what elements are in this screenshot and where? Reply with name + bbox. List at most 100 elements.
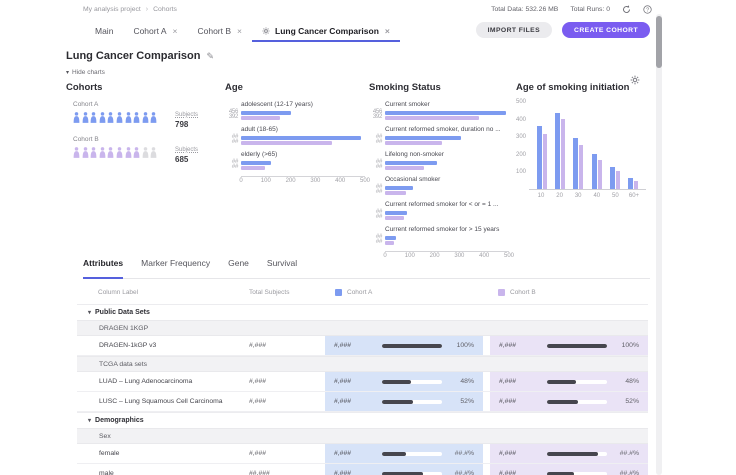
age-chart-panel: Age adolescent (12-17 years)456392adult … <box>225 82 365 187</box>
bar-group: Current smoker456392 <box>369 101 509 120</box>
bar-group <box>628 178 638 189</box>
bar-category-label: Current reformed smoker, duration no ... <box>385 126 509 133</box>
progress-bar <box>382 452 442 456</box>
row-label: female <box>77 444 249 463</box>
table-tab-gene[interactable]: Gene <box>228 258 249 278</box>
bar-track <box>385 211 509 215</box>
table-row: LUAD – Lung Adenocarcinoma#,####,###48%#… <box>77 372 648 392</box>
bar-track <box>385 216 509 220</box>
scrollbar-track[interactable] <box>656 14 662 475</box>
bar-cohort-b <box>385 141 442 145</box>
table-tab-marker-frequency[interactable]: Marker Frequency <box>141 258 210 278</box>
cohort-a-swatch-icon <box>335 289 342 296</box>
bar-row: ## <box>369 165 509 170</box>
section-label: Demographics <box>95 417 144 424</box>
bar-row: ## <box>225 165 365 170</box>
chart-settings-gear-icon[interactable] <box>630 72 640 90</box>
breadcrumb: My analysis project › Cohorts <box>83 6 177 13</box>
bar-group: adolescent (12-17 years)456392 <box>225 101 365 120</box>
bar-cohort-b <box>241 141 332 145</box>
bar-cohort-a <box>385 211 407 215</box>
bar-cohort-b <box>598 160 602 189</box>
column-gap <box>483 464 490 475</box>
tab-label: Cohort B <box>197 26 231 36</box>
bar-row: ## <box>369 140 509 145</box>
bar-row: ## <box>369 235 509 240</box>
table-section-row[interactable]: ▾Public Data Sets <box>77 304 648 320</box>
person-icon <box>150 111 157 129</box>
bar-track <box>241 111 365 115</box>
breadcrumb-section[interactable]: Cohorts <box>153 6 177 13</box>
tab-cohort-b[interactable]: Cohort B × <box>187 22 252 42</box>
bar-value-label: ## <box>225 140 238 145</box>
subheader-label: Sex <box>99 433 111 440</box>
bar-value-label: 392 <box>225 115 238 120</box>
cohort-a-cell: #,###100% <box>325 336 483 355</box>
app-window: My analysis project › Cohorts Total Data… <box>0 0 736 475</box>
progress-fill <box>382 472 423 475</box>
progress-bar <box>547 400 607 404</box>
section-caret-icon: ▾ <box>88 418 91 424</box>
section-label: Public Data Sets <box>95 309 150 316</box>
person-icon <box>133 146 140 164</box>
person-icon <box>142 111 149 129</box>
bar-track <box>385 191 509 195</box>
row-label: LUAD – Lung Adenocarcinoma <box>77 372 249 391</box>
bar-cohort-b <box>241 116 280 120</box>
cohort-block-cohort-a: Cohort ASubjects798 <box>66 101 218 129</box>
scrollbar-thumb[interactable] <box>656 16 662 68</box>
axis-tick-label: 100 <box>261 178 271 184</box>
help-icon[interactable]: ? <box>643 5 652 14</box>
svg-text:?: ? <box>646 7 649 13</box>
bar-group <box>537 126 547 189</box>
progress-fill <box>547 400 578 404</box>
import-files-button[interactable]: IMPORT FILES <box>476 22 552 38</box>
bar-value-label: ## <box>369 165 382 170</box>
refresh-icon[interactable] <box>622 5 631 14</box>
action-buttons: IMPORT FILES CREATE COHORT <box>476 22 650 38</box>
tab-lung-cancer-comparison[interactable]: Lung Cancer Comparison× <box>252 22 400 42</box>
smoking-status-chart-title: Smoking Status <box>369 82 509 94</box>
bar-row: 392 <box>369 115 509 120</box>
table-section-row[interactable]: ▾ Demographics <box>77 412 648 428</box>
bar-track <box>385 116 509 120</box>
total-data-label: Total Data: 532.26 MB <box>491 6 558 13</box>
breadcrumb-project[interactable]: My analysis project <box>83 6 141 13</box>
axis-tick-label: 60+ <box>627 193 641 204</box>
create-cohort-button[interactable]: CREATE COHORT <box>562 22 650 38</box>
table-tab-survival[interactable]: Survival <box>267 258 297 278</box>
hide-charts-toggle[interactable]: ▾ Hide charts <box>66 69 105 76</box>
bar-group: adult (18-65)#### <box>225 126 365 145</box>
count-value: #,### <box>334 450 370 457</box>
row-total-subjects: ##,### <box>249 464 325 475</box>
bar-track <box>385 241 509 245</box>
tab-main[interactable]: Main <box>85 22 123 42</box>
bar-cohort-a <box>385 111 506 115</box>
bar-cohort-a <box>385 136 461 140</box>
progress-fill <box>547 472 574 475</box>
progress-bar <box>382 400 442 404</box>
tab-close-icon[interactable]: × <box>385 27 390 35</box>
bar-category-label: elderly (>65) <box>241 151 365 158</box>
bar-cohort-b <box>385 191 406 195</box>
table-header: Column Label Total Subjects Cohort A Coh… <box>77 280 648 304</box>
edit-title-icon[interactable]: ✎ <box>206 51 214 62</box>
tab-close-icon[interactable]: × <box>173 27 178 35</box>
bar-row: ## <box>369 135 509 140</box>
cohort-a-cell: #,###48% <box>325 372 483 391</box>
progress-fill <box>382 452 406 456</box>
progress-bar <box>382 380 442 384</box>
tab-label: Main <box>95 26 113 36</box>
person-icon <box>99 146 106 164</box>
age-chart: adolescent (12-17 years)456392 adult (18-… <box>225 101 365 187</box>
bar-group: Lifelong non-smoker#### <box>369 151 509 170</box>
column-gap <box>483 444 490 463</box>
person-icon <box>82 111 89 129</box>
column-gap <box>483 392 490 411</box>
table-tab-attributes[interactable]: Attributes <box>83 258 123 279</box>
person-icon <box>116 111 123 129</box>
progress-fill <box>547 452 598 456</box>
tab-close-icon[interactable]: × <box>237 27 242 35</box>
bar-cohort-b <box>385 216 404 220</box>
tab-cohort-a[interactable]: Cohort A× <box>123 22 187 42</box>
